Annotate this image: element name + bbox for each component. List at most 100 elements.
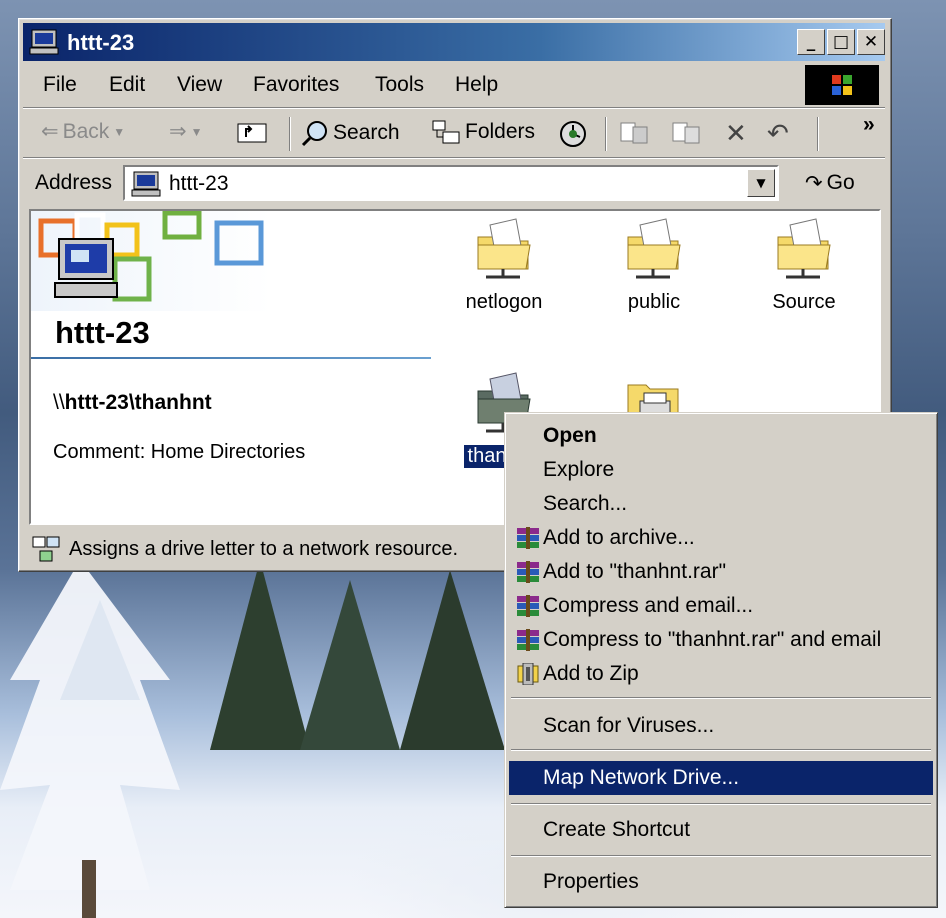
- menu-item-map-network-drive[interactable]: Map Network Drive...: [509, 761, 933, 795]
- menu-item-label: Explore: [543, 458, 615, 481]
- shared-folder-icon: [627, 218, 681, 279]
- address-dropdown-button[interactable]: ▼: [747, 169, 775, 197]
- shared-folder-icon: [477, 218, 531, 279]
- folders-icon: [432, 120, 460, 144]
- back-arrow-icon: ⇐: [41, 120, 59, 143]
- back-button[interactable]: ⇐ Back ▼: [41, 119, 125, 144]
- search-button[interactable]: Search: [301, 119, 400, 147]
- status-text: Assigns a drive letter to a network reso…: [69, 538, 459, 560]
- winzip-icon: [515, 662, 541, 691]
- folders-button[interactable]: Folders: [431, 119, 535, 145]
- menu-item-explore[interactable]: Explore: [509, 453, 933, 485]
- copy-to-icon: [672, 122, 700, 144]
- folder-label: Source: [772, 291, 836, 313]
- toolbar-more-chevron[interactable]: »: [863, 113, 875, 137]
- history-button[interactable]: [557, 119, 589, 149]
- folder-item-public[interactable]: public: [599, 217, 709, 314]
- menu-item-label: Compress to "thanhnt.rar" and email: [543, 628, 882, 651]
- menu-view[interactable]: View: [177, 73, 222, 97]
- go-button[interactable]: ↷ Go: [805, 171, 855, 195]
- window-title: httt-23: [67, 30, 135, 55]
- context-menu: Open Explore Search... Add to archive...…: [504, 412, 938, 908]
- folder-label: public: [627, 291, 681, 313]
- toolbar-separator: [605, 117, 607, 151]
- menu-item-properties[interactable]: Properties: [509, 865, 933, 897]
- menu-item-add-to-rar[interactable]: Add to "thanhnt.rar": [509, 555, 933, 587]
- share-path-name: httt-23\thanhnt: [64, 391, 212, 414]
- menu-item-compress-and-email[interactable]: Compress and email...: [509, 589, 933, 621]
- menu-item-label: Properties: [543, 870, 639, 893]
- search-label: Search: [333, 121, 400, 144]
- toolbar-separator: [817, 117, 819, 151]
- share-path-prefix: \\: [53, 391, 65, 414]
- menu-item-label: Add to "thanhnt.rar": [543, 560, 727, 583]
- menu-item-search[interactable]: Search...: [509, 487, 933, 519]
- forward-arrow-icon: ⇒: [169, 120, 187, 143]
- windows-logo: [805, 65, 879, 105]
- winrar-icon: [515, 561, 541, 589]
- winrar-icon: [515, 595, 541, 623]
- menu-item-label: Search...: [543, 492, 628, 515]
- chevron-down-icon: ▼: [190, 124, 203, 139]
- menu-separator: [511, 749, 931, 751]
- folders-label: Folders: [465, 120, 536, 143]
- delete-icon: ✕: [725, 119, 747, 149]
- up-folder-icon: [237, 123, 267, 143]
- computer-icon: [131, 171, 161, 203]
- menu-tools[interactable]: Tools: [375, 73, 424, 97]
- menu-item-label: Add to archive...: [543, 526, 695, 549]
- go-arrow-icon: ↷: [805, 171, 823, 195]
- menu-item-create-shortcut[interactable]: Create Shortcut: [509, 813, 933, 845]
- menu-separator: [511, 855, 931, 857]
- computer-icon: [29, 29, 59, 61]
- back-label: Back: [62, 119, 110, 143]
- menu-item-label: Add to Zip: [543, 662, 639, 685]
- delete-button[interactable]: ✕: [725, 119, 747, 149]
- shared-folder-icon: [777, 218, 831, 279]
- folder-item-source[interactable]: Source: [749, 217, 859, 314]
- menu-item-scan-for-viruses[interactable]: Scan for Viruses...: [509, 709, 933, 741]
- menu-help[interactable]: Help: [455, 73, 498, 97]
- menu-separator: [511, 803, 931, 805]
- menu-item-add-to-zip[interactable]: Add to Zip: [509, 657, 933, 689]
- undo-icon: ↶: [767, 119, 789, 149]
- menu-item-add-to-archive[interactable]: Add to archive...: [509, 521, 933, 553]
- address-input[interactable]: httt-23 ▼: [123, 165, 779, 201]
- forward-button[interactable]: ⇒ ▼: [169, 119, 203, 144]
- up-folder-button[interactable]: [237, 119, 267, 143]
- menu-item-label: Create Shortcut: [543, 818, 691, 841]
- network-computer-graphic: [31, 211, 271, 311]
- close-button[interactable]: ✕: [857, 29, 885, 55]
- go-label: Go: [826, 171, 855, 194]
- copy-to-button[interactable]: [671, 119, 703, 147]
- menu-edit[interactable]: Edit: [109, 73, 145, 97]
- minimize-button[interactable]: _: [797, 29, 825, 55]
- toolbar-separator: [289, 117, 291, 151]
- menu-item-label: Map Network Drive...: [543, 766, 740, 789]
- title-bar[interactable]: httt-23 _ □ ✕: [23, 23, 885, 61]
- menu-favorites[interactable]: Favorites: [253, 73, 339, 97]
- divider: [23, 107, 885, 109]
- address-label: Address: [35, 171, 113, 194]
- winrar-icon: [515, 527, 541, 555]
- undo-button[interactable]: ↶: [767, 119, 789, 149]
- history-icon: [560, 121, 586, 147]
- menu-bar: File Edit View Favorites Tools Help: [23, 65, 885, 105]
- pine-trees-image: [210, 560, 505, 750]
- search-icon: [301, 121, 327, 147]
- panel-title: httt-23: [55, 315, 150, 350]
- move-to-button[interactable]: [619, 119, 651, 147]
- menu-item-label: Open: [543, 424, 597, 447]
- maximize-button[interactable]: □: [827, 29, 855, 55]
- menu-file[interactable]: File: [43, 73, 77, 97]
- menu-item-open[interactable]: Open: [509, 419, 933, 451]
- menu-separator: [511, 697, 931, 699]
- folder-item-netlogon[interactable]: netlogon: [449, 217, 559, 314]
- address-value: httt-23: [169, 172, 229, 195]
- menu-item-label: Compress and email...: [543, 594, 754, 617]
- menu-item-compress-to-rar-and-email[interactable]: Compress to "thanhnt.rar" and email: [509, 623, 933, 655]
- folder-label: netlogon: [465, 291, 543, 313]
- panel-divider: [31, 357, 431, 359]
- chevron-down-icon: ▼: [113, 124, 126, 139]
- menu-item-label: Scan for Viruses...: [543, 714, 715, 737]
